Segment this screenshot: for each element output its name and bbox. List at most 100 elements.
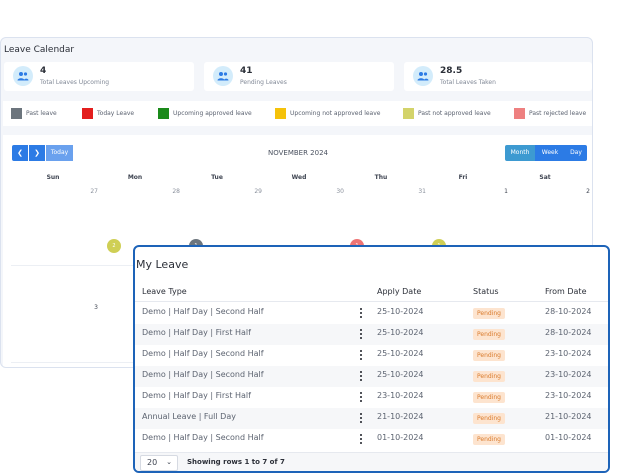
more-actions-icon[interactable] — [359, 371, 363, 383]
table-row[interactable]: Demo | Half Day | First Half 25-10-2024 … — [135, 324, 608, 345]
table-row[interactable]: Demo | Half Day | Second Half 25-10-2024… — [135, 366, 608, 387]
date-cell[interactable]: 31 — [406, 188, 426, 195]
stat-label: Total Leaves Taken — [440, 79, 496, 86]
legend-swatch — [275, 108, 286, 119]
date-cell[interactable]: 29 — [242, 188, 262, 195]
page-size-value: 20 — [147, 458, 158, 467]
stat-value: 28.5 — [440, 66, 463, 76]
users-icon — [413, 66, 433, 86]
day-of-week-thu: Thu — [374, 174, 388, 181]
date-cell[interactable]: 30 — [324, 188, 344, 195]
users-icon — [213, 66, 233, 86]
header-divider — [135, 301, 608, 302]
legend-swatch — [514, 108, 525, 119]
more-actions-icon[interactable] — [359, 329, 363, 341]
date-cell[interactable]: 2 — [570, 188, 590, 195]
table-footer: 20 ⌄ Showing rows 1 to 7 of 7 — [135, 452, 608, 471]
apply-date: 25-10-2024 — [377, 307, 424, 316]
users-icon — [13, 66, 33, 86]
date-cell[interactable]: 1 — [488, 188, 508, 195]
from-date: 23-10-2024 — [545, 391, 592, 400]
pagination-info: Showing rows 1 to 7 of 7 — [187, 458, 285, 466]
table-row[interactable]: Demo | Half Day | Second Half 25-10-2024… — [135, 345, 608, 366]
legend-label: Upcoming approved leave — [173, 110, 252, 117]
view-day-button[interactable]: Day — [565, 145, 587, 161]
day-of-week-fri: Fri — [458, 174, 468, 181]
my-leave-title: My Leave — [136, 258, 189, 271]
leave-type: Demo | Half Day | First Half — [142, 391, 251, 400]
apply-date: 25-10-2024 — [377, 349, 424, 358]
apply-date: 25-10-2024 — [377, 328, 424, 337]
status-badge: Pending — [473, 413, 505, 424]
stat-value: 4 — [40, 66, 47, 76]
apply-date: 21-10-2024 — [377, 412, 424, 421]
column-header-status[interactable]: Status — [473, 287, 499, 296]
column-header-apply-date[interactable]: Apply Date — [377, 287, 421, 296]
chevron-down-icon: ⌄ — [166, 458, 172, 466]
status-badge: Pending — [473, 434, 505, 445]
table-row[interactable]: Demo | Half Day | First Half 23-10-2024 … — [135, 387, 608, 408]
stat-label: Total Leaves Upcoming — [40, 79, 110, 86]
stat-total-leaves-upcoming: 4 Total Leaves Upcoming — [4, 62, 194, 91]
table-row[interactable]: Annual Leave | Full Day 21-10-2024 Pendi… — [135, 408, 608, 429]
status-badge: Pending — [473, 392, 505, 403]
table-row[interactable]: Demo | Half Day | Second Half 01-10-2024… — [135, 429, 608, 450]
day-of-week-sun: Sun — [46, 174, 60, 181]
stat-total-leaves-taken: 28.5 Total Leaves Taken — [404, 62, 592, 91]
date-cell[interactable]: 27 — [78, 188, 98, 195]
legend-swatch — [158, 108, 169, 119]
status-badge: Pending — [473, 350, 505, 361]
leave-type: Demo | Half Day | First Half — [142, 328, 251, 337]
view-month-button[interactable]: Month — [505, 145, 535, 161]
day-of-week-wed: Wed — [291, 174, 307, 181]
leave-type: Demo | Half Day | Second Half — [142, 433, 264, 442]
my-leave-card: My Leave Leave Type Apply Date Status Fr… — [133, 245, 610, 473]
day-of-week-mon: Mon — [127, 174, 143, 181]
leave-type: Demo | Half Day | Second Half — [142, 349, 264, 358]
leave-event-badge[interactable]: 2 — [107, 239, 121, 253]
apply-date: 25-10-2024 — [377, 370, 424, 379]
legend: Past leave Today Leave Upcoming approved… — [3, 101, 592, 126]
day-of-week-sat: Sat — [539, 174, 551, 181]
more-actions-icon[interactable] — [359, 413, 363, 425]
from-date: 23-10-2024 — [545, 370, 592, 379]
stat-pending-leaves: 41 Pending Leaves — [204, 62, 394, 91]
legend-swatch — [11, 108, 22, 119]
legend-label: Past leave — [26, 110, 57, 117]
page-size-select[interactable]: 20 ⌄ — [140, 455, 178, 471]
apply-date: 23-10-2024 — [377, 391, 424, 400]
more-actions-icon[interactable] — [359, 434, 363, 446]
date-cell[interactable]: 28 — [160, 188, 180, 195]
date-cell[interactable]: 3 — [78, 304, 98, 311]
legend-swatch — [82, 108, 93, 119]
legend-label: Upcoming not approved leave — [290, 110, 381, 117]
column-header-from-date[interactable]: From Date — [545, 287, 586, 296]
leave-type: Demo | Half Day | Second Half — [142, 307, 264, 316]
from-date: 21-10-2024 — [545, 412, 592, 421]
view-week-button[interactable]: Week — [535, 145, 565, 161]
more-actions-icon[interactable] — [359, 350, 363, 362]
day-of-week-tue: Tue — [211, 174, 223, 181]
leave-type: Annual Leave | Full Day — [142, 412, 236, 421]
legend-label: Past rejected leave — [529, 110, 587, 117]
from-date: 23-10-2024 — [545, 349, 592, 358]
status-badge: Pending — [473, 329, 505, 340]
from-date: 28-10-2024 — [545, 307, 592, 316]
table-row[interactable]: Demo | Half Day | Second Half 25-10-2024… — [135, 303, 608, 324]
column-header-leave-type[interactable]: Leave Type — [142, 287, 187, 296]
page: Leave Calendar 4 Total Leaves Upcoming 4… — [0, 0, 617, 474]
leave-calendar-title: Leave Calendar — [4, 45, 75, 55]
legend-label: Past not approved leave — [418, 110, 491, 117]
from-date: 28-10-2024 — [545, 328, 592, 337]
status-badge: Pending — [473, 371, 505, 382]
leave-type: Demo | Half Day | Second Half — [142, 370, 264, 379]
legend-swatch — [403, 108, 414, 119]
stat-label: Pending Leaves — [240, 79, 287, 86]
more-actions-icon[interactable] — [359, 392, 363, 404]
stat-value: 41 — [240, 66, 253, 76]
status-badge: Pending — [473, 308, 505, 319]
from-date: 01-10-2024 — [545, 433, 592, 442]
more-actions-icon[interactable] — [359, 308, 363, 320]
legend-label: Today Leave — [97, 110, 135, 117]
apply-date: 01-10-2024 — [377, 433, 424, 442]
